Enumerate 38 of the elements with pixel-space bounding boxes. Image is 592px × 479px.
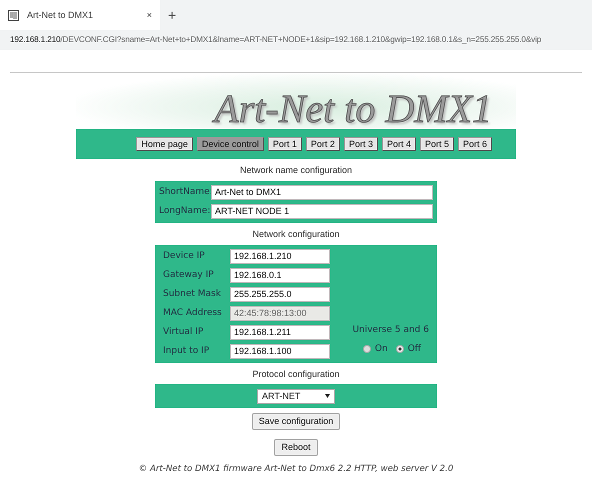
nav-button[interactable]: Port 4 bbox=[382, 136, 416, 152]
logo-title: Art-Net to DMX1 bbox=[214, 89, 492, 129]
nav-button[interactable]: Port 3 bbox=[344, 136, 378, 152]
footer-text: © Art-Net to DMX1 firmware Art-Net to Dmx6 2.2 HTTP, web server V 2.0 bbox=[138, 464, 454, 474]
nav-button[interactable]: Port 1 bbox=[268, 136, 302, 152]
radio-option[interactable]: Off bbox=[396, 344, 421, 355]
save-button[interactable]: Save configuration bbox=[252, 413, 340, 430]
radio-option[interactable]: On bbox=[362, 344, 388, 355]
nav-button[interactable]: Device control bbox=[196, 136, 264, 152]
input-field[interactable]: 192.168.0.1 bbox=[230, 268, 330, 283]
input-field[interactable]: 255.255.255.0 bbox=[230, 286, 330, 302]
nav-button[interactable]: Home page bbox=[136, 136, 193, 152]
protocol-select[interactable]: ART-NET bbox=[257, 388, 335, 404]
nav-button[interactable]: Port 5 bbox=[420, 136, 454, 152]
field-label: Device IP bbox=[163, 250, 206, 262]
caret-icon bbox=[325, 394, 330, 398]
universe-label: Universe 5 and 6 bbox=[352, 325, 429, 336]
nav-button[interactable]: Port 2 bbox=[306, 136, 340, 152]
tab-title: Art-Net to DMX1 bbox=[27, 10, 94, 20]
section-heading: Network name configuration bbox=[240, 165, 352, 176]
section-heading: Protocol configuration bbox=[252, 368, 340, 380]
close-tab-icon[interactable]: × bbox=[146, 10, 152, 20]
section-heading: Network configuration bbox=[252, 228, 340, 240]
new-tab-icon[interactable]: + bbox=[168, 6, 176, 24]
field-label: MAC Address bbox=[163, 308, 223, 318]
field-label: Gateway IP bbox=[163, 270, 215, 280]
field-label: Virtual IP bbox=[163, 326, 204, 338]
page-icon bbox=[8, 10, 19, 20]
nav-button[interactable]: Port 6 bbox=[458, 136, 492, 152]
input-field[interactable]: 192.168.1.210 bbox=[230, 248, 330, 264]
input-field[interactable]: Art-Net to DMX1 bbox=[211, 184, 433, 200]
field-label: LongName: bbox=[159, 206, 207, 217]
field-label: Input to IP bbox=[163, 346, 210, 356]
field-label: Subnet Mask bbox=[163, 288, 222, 300]
input-field[interactable]: ART-NET NODE 1 bbox=[211, 204, 433, 219]
reboot-button[interactable]: Reboot bbox=[274, 439, 318, 456]
input-field[interactable]: 192.168.1.211 bbox=[230, 324, 330, 340]
input-field[interactable]: 192.168.1.100 bbox=[230, 344, 330, 359]
